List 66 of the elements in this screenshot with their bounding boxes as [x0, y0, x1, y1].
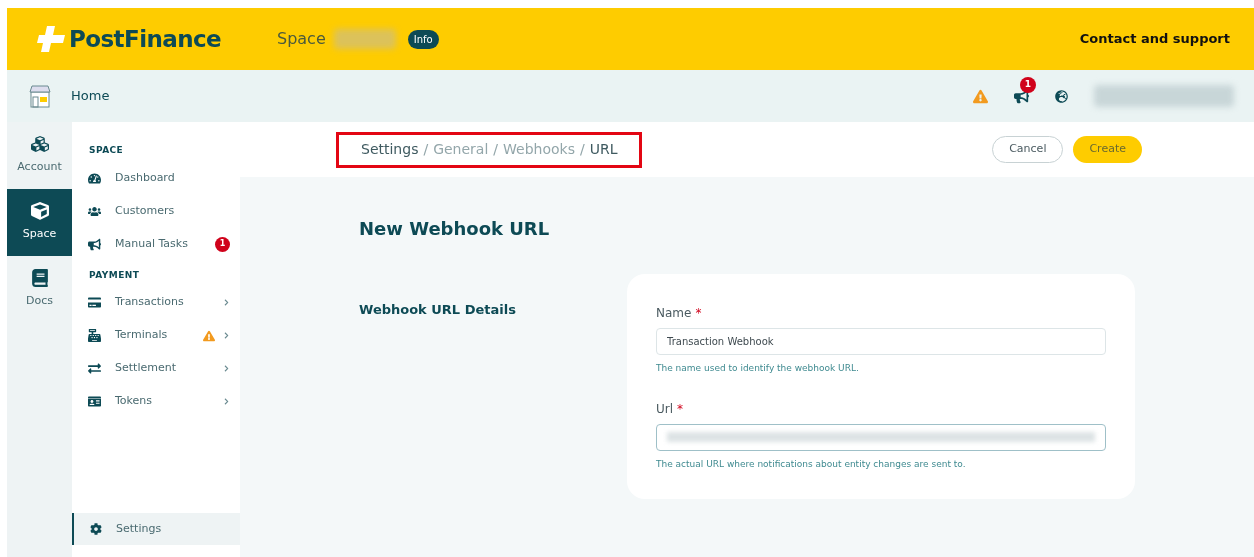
text-input[interactable]	[656, 423, 1106, 451]
create-button[interactable]: Create	[1073, 136, 1142, 163]
nav-item-icon	[88, 362, 101, 375]
logo-cross-icon	[37, 26, 65, 52]
contact-support-link[interactable]: Contact and support	[1079, 29, 1230, 49]
nav-item[interactable]: Customers	[72, 194, 240, 228]
field-label: Url	[656, 400, 674, 418]
notification-badge: 1	[1020, 76, 1036, 93]
nav-item[interactable]: Dashboard	[72, 161, 240, 195]
breadcrumb-separator: /	[423, 140, 429, 159]
chevron-right-icon	[223, 299, 230, 306]
settings-label: Settings	[116, 520, 162, 537]
nav-item[interactable]: Tokens	[72, 385, 240, 418]
space-label: Space	[277, 28, 326, 50]
breadcrumb-separator: /	[580, 140, 585, 159]
logo-text: PostFinance	[69, 24, 222, 54]
nav-item-label: Settlement	[115, 360, 176, 377]
nav-item-label: Transactions	[115, 294, 184, 311]
breadcrumb-separator: /	[493, 140, 499, 159]
chevron-right-icon	[223, 365, 230, 372]
count-badge: 1	[215, 236, 230, 252]
chevron-right-icon	[223, 398, 230, 405]
nav-item-label: Customers	[115, 202, 175, 219]
required-asterisk: *	[677, 400, 684, 418]
rail-item[interactable]: Docs	[7, 256, 72, 323]
nav-item[interactable]: Transactions	[72, 286, 240, 319]
nav-section-title: SPACE	[88, 144, 125, 157]
settings-nav-item[interactable]: Settings	[72, 513, 240, 545]
warning-icon	[203, 329, 215, 342]
rail-icon	[30, 202, 49, 221]
page-title: New Webhook URL	[359, 217, 551, 241]
globe-icon[interactable]	[1055, 89, 1068, 103]
chevron-right-icon	[223, 332, 230, 339]
nav-section-title: PAYMENT	[88, 268, 141, 282]
nav-item-icon	[88, 296, 101, 309]
input-value: Transaction Webhook	[667, 334, 1095, 349]
shop-icon[interactable]	[27, 83, 53, 109]
nav-item[interactable]: Manual Tasks 1	[72, 227, 240, 261]
nav-item-label: Terminals	[115, 327, 168, 344]
nav-item[interactable]: Settlement	[72, 352, 240, 385]
info-badge[interactable]: Info	[407, 29, 439, 49]
settings-icon	[90, 523, 102, 535]
required-asterisk: *	[695, 305, 702, 322]
nav-item-label: Dashboard	[115, 169, 175, 186]
field-hint: The actual URL where notifications about entity changes are sent to.	[656, 457, 967, 471]
rail-icon	[30, 135, 49, 154]
rail-item[interactable]: Space	[7, 189, 72, 256]
nav-item-label: Tokens	[115, 393, 153, 410]
nav-item-icon	[88, 171, 101, 185]
cancel-button[interactable]: Cancel	[992, 136, 1064, 163]
nav-item-icon	[88, 395, 101, 408]
warning-icon[interactable]	[973, 88, 988, 104]
nav-item-icon	[88, 329, 101, 342]
rail-icon	[30, 269, 49, 288]
nav-item-icon	[88, 237, 101, 251]
nav-item[interactable]: Terminals	[72, 319, 240, 352]
home-link[interactable]: Home	[71, 86, 110, 106]
nav-item-label: Manual Tasks	[115, 235, 188, 252]
field-label: Name	[656, 305, 692, 322]
section-title: Webhook URL Details	[359, 301, 517, 319]
breadcrumb-link[interactable]: Settings	[361, 139, 419, 160]
text-input[interactable]: Transaction Webhook	[656, 328, 1106, 355]
rail-item[interactable]: Account	[7, 122, 72, 189]
breadcrumb-link[interactable]: URL	[589, 139, 618, 160]
field-hint: The name used to identify the webhook URL.	[656, 362, 860, 375]
nav-item-icon	[88, 204, 101, 218]
